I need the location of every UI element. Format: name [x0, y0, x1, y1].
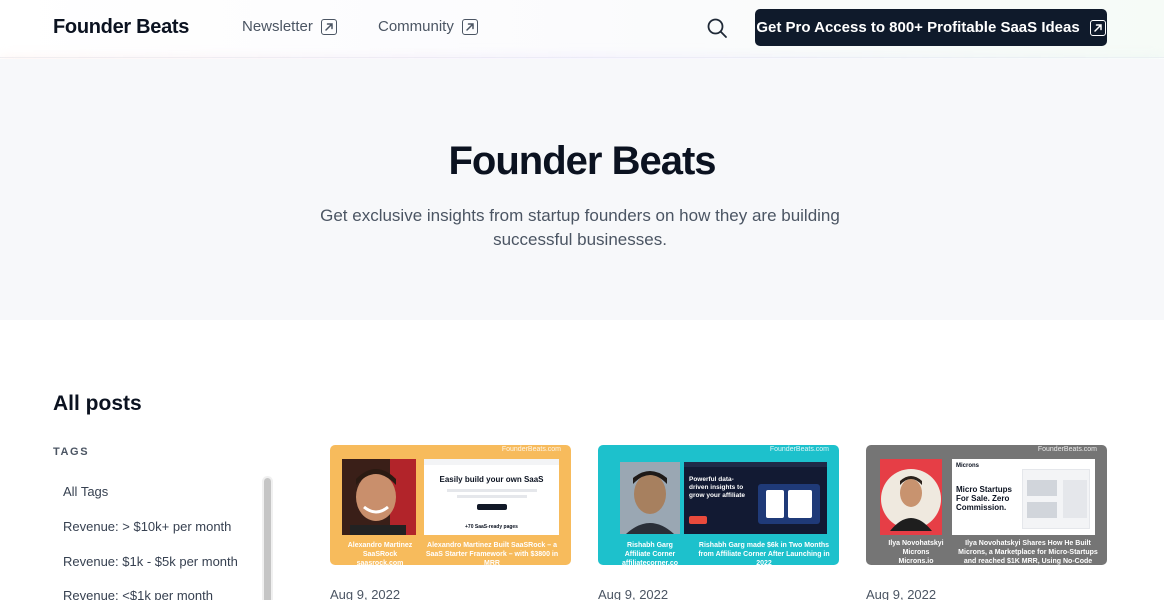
external-link-icon	[1089, 19, 1106, 36]
post-card-saasrock[interactable]: FounderBeats.com Easily build your own S…	[330, 445, 571, 565]
hero-title: Founder Beats	[448, 139, 716, 183]
external-link-icon	[320, 18, 337, 35]
founder-photo	[342, 459, 416, 535]
post-date: Aug 9, 2022	[330, 587, 401, 600]
post-date: Aug 9, 2022	[598, 587, 669, 600]
tags-scrollbar-thumb[interactable]	[264, 478, 271, 600]
watermark: FounderBeats.com	[769, 446, 829, 453]
all-posts-heading: All posts	[53, 392, 142, 415]
top-navbar: Founder Beats Newsletter Community Get P…	[0, 0, 1164, 58]
post-date: Aug 9, 2022	[866, 587, 937, 600]
screenshot-headline: Easily build your own SaaS	[439, 475, 544, 484]
hero-section: Founder Beats Get exclusive insights fro…	[0, 59, 1164, 320]
watermark: FounderBeats.com	[501, 446, 561, 453]
tag-revenue-under-1k[interactable]: Revenue: <$1k per month	[63, 588, 213, 600]
post-card-microns[interactable]: FounderBeats.com Microns Micro Startups …	[866, 445, 1107, 565]
watermark: FounderBeats.com	[1037, 446, 1097, 453]
search-icon[interactable]	[706, 17, 728, 39]
tag-revenue-10k-plus[interactable]: Revenue: > $10k+ per month	[63, 519, 231, 534]
nav-link-label: Community	[378, 18, 454, 35]
screenshot-headline: Micro Startups For Sale. Zero Commission…	[956, 485, 1013, 512]
brand-logo[interactable]: Founder Beats	[53, 16, 189, 39]
post-title-caption: Rishabh Garg made $6k in Two Months from…	[698, 542, 830, 565]
get-pro-access-button[interactable]: Get Pro Access to 800+ Profitable SaaS I…	[755, 9, 1107, 46]
post-card-affiliate-corner[interactable]: FounderBeats.com Powerful data-driven in…	[598, 445, 839, 565]
nav-link-label: Newsletter	[242, 18, 313, 35]
screenshot-subline: +70 SaaS-ready pages	[465, 524, 518, 530]
cta-label: Get Pro Access to 800+ Profitable SaaS I…	[756, 19, 1080, 36]
hero-subtitle: Get exclusive insights from startup foun…	[320, 206, 840, 249]
nav-link-newsletter[interactable]: Newsletter	[242, 18, 337, 35]
founder-caption: Ilya Novohatskyi Microns Microns.io	[888, 540, 944, 565]
post-title-caption: Alexandro Martinez Built SaaSRock – a Sa…	[425, 542, 559, 565]
tags-title: TAGS	[53, 446, 90, 458]
nav-link-community[interactable]: Community	[378, 18, 478, 35]
post-title-caption: Ilya Novohatskyi Shares How He Built Mic…	[958, 540, 1098, 565]
product-screenshot: Powerful data-driven insights to grow yo…	[684, 462, 827, 534]
founder-caption: Rishabh Garg Affiliate Corner affiliatec…	[621, 542, 679, 565]
founder-photo	[880, 459, 942, 535]
tag-all-tags[interactable]: All Tags	[63, 484, 108, 499]
tag-revenue-1k-5k[interactable]: Revenue: $1k - $5k per month	[63, 554, 238, 569]
product-screenshot: Easily build your own SaaS +70 SaaS-read…	[424, 459, 559, 535]
founder-caption: Alexandro Martinez SaaSRock saasrock.com	[347, 542, 413, 565]
external-link-icon	[461, 18, 478, 35]
founder-photo	[620, 462, 680, 534]
product-screenshot: Microns Micro Startups For Sale. Zero Co…	[952, 459, 1095, 535]
screenshot-headline: Powerful data-driven insights to grow yo…	[689, 476, 745, 499]
